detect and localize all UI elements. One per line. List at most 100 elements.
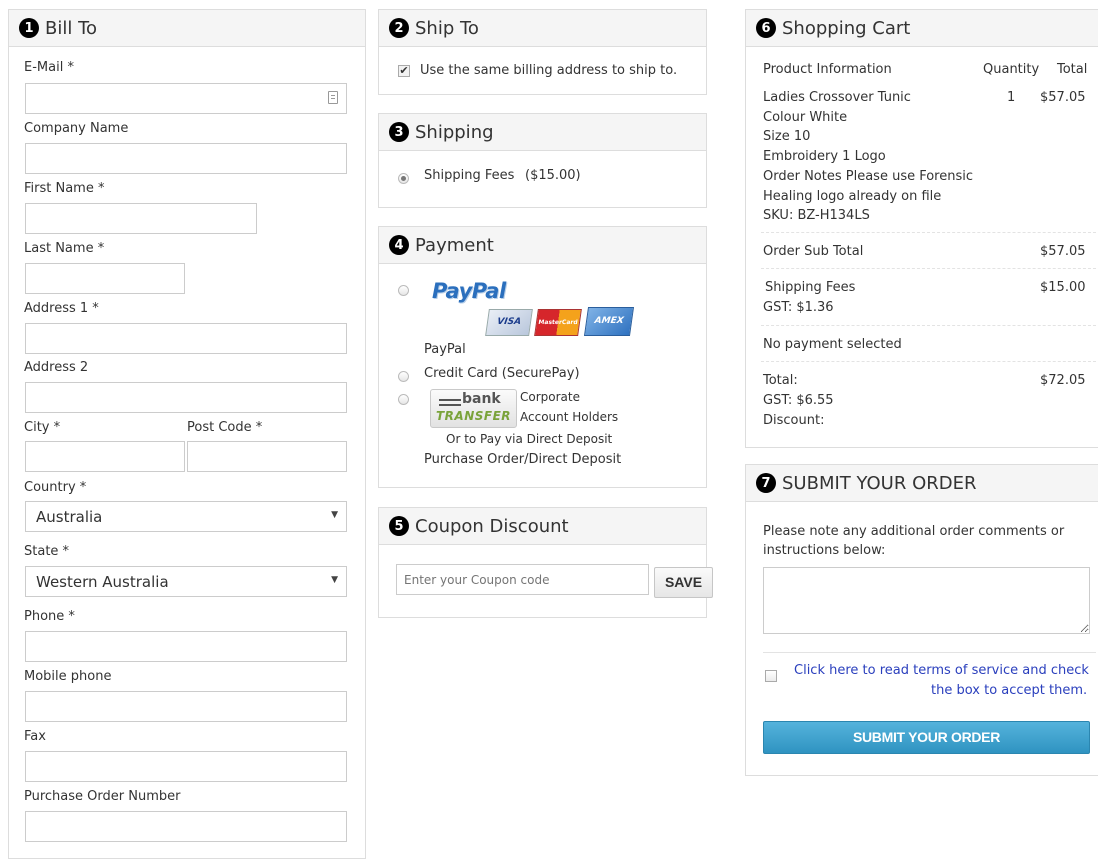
bank-note-line3: Or to Pay via Direct Deposit	[446, 432, 613, 446]
first-name-label: First Name *	[24, 181, 105, 196]
cart-item-detail: Size 10	[763, 129, 811, 144]
purchase-order-field[interactable]	[25, 811, 347, 842]
cart-column-total: Total	[1057, 62, 1088, 77]
submit-order-panel: 7 SUBMIT YOUR ORDER Please note any addi…	[745, 464, 1098, 776]
coupon-save-button[interactable]: SAVE	[654, 567, 713, 598]
email-field[interactable]	[25, 83, 347, 114]
coupon-header: 5 Coupon Discount	[379, 508, 706, 545]
ship-to-panel: 2 Ship To ✔ Use the same billing address…	[378, 9, 707, 95]
bank-note-line2: Account Holders	[520, 410, 619, 424]
cart-shipping-gst: GST: $1.36	[763, 300, 834, 315]
chevron-down-icon: ▼	[331, 575, 338, 585]
gst-total: GST: $6.55	[763, 393, 834, 408]
credit-card-label: Credit Card (SecurePay)	[424, 366, 580, 381]
address1-field[interactable]	[25, 323, 347, 354]
total-label: Total:	[763, 373, 798, 388]
shipping-header: 3 Shipping	[379, 114, 706, 151]
cart-item-detail: Embroidery 1 Logo	[763, 149, 886, 164]
last-name-field[interactable]	[25, 263, 185, 294]
order-comments-note: Please note any additional order comment…	[763, 524, 1065, 558]
bank-note-line1: Corporate	[520, 390, 580, 404]
paypal-radio[interactable]	[398, 285, 409, 296]
amex-card-icon: AMEX	[583, 307, 635, 336]
bank-transfer-logo: bank TRANSFER	[430, 389, 517, 428]
cart-item-name: Ladies Crossover Tunic	[763, 90, 911, 105]
last-name-label: Last Name *	[24, 241, 105, 256]
fax-field[interactable]	[25, 751, 347, 782]
step-number-6: 6	[756, 18, 776, 38]
ship-to-header: 2 Ship To	[379, 10, 706, 47]
country-label: Country *	[24, 480, 87, 495]
bill-to-header: 1 Bill To	[9, 10, 365, 47]
cart-title: Shopping Cart	[782, 17, 911, 39]
bill-to-title: Bill To	[45, 17, 98, 39]
total-value: $72.05	[1040, 373, 1086, 388]
step-number-5: 5	[389, 516, 409, 536]
same-address-checkbox[interactable]: ✔	[398, 65, 410, 77]
state-value: Western Australia	[36, 572, 169, 591]
terms-link-line2[interactable]: the box to accept them.	[931, 683, 1087, 698]
subtotal-label: Order Sub Total	[763, 244, 864, 259]
divider	[761, 361, 1096, 362]
state-label: State *	[24, 544, 70, 559]
step-number-1: 1	[19, 18, 39, 38]
state-select[interactable]: Western Australia ▼	[25, 566, 347, 597]
shipping-panel: 3 Shipping Shipping Fees ($15.00)	[378, 113, 707, 208]
paypal-logo: PayPal	[432, 279, 506, 303]
terms-checkbox[interactable]	[765, 670, 777, 682]
payment-status: No payment selected	[763, 337, 902, 352]
company-name-label: Company Name	[24, 121, 129, 136]
city-field[interactable]	[25, 441, 185, 472]
cart-item-detail: Healing logo already on file	[763, 189, 942, 204]
cart-item-total: $57.05	[1040, 90, 1086, 105]
country-value: Australia	[36, 507, 103, 526]
shipping-fees-radio[interactable]	[398, 173, 409, 184]
phone-field[interactable]	[25, 631, 347, 662]
divider	[761, 325, 1096, 326]
divider	[761, 268, 1096, 269]
same-address-label: Use the same billing address to ship to.	[420, 63, 678, 78]
submit-order-title: SUBMIT YOUR ORDER	[782, 472, 977, 494]
shipping-title: Shipping	[415, 121, 494, 143]
bank-logo-top-text: bank	[462, 391, 501, 407]
paypal-label: PayPal	[424, 342, 466, 357]
contact-card-icon	[328, 91, 338, 104]
first-name-field[interactable]	[25, 203, 257, 234]
cart-item-detail: Order Notes Please use Forensic	[763, 169, 974, 184]
cart-item-quantity: 1	[1007, 90, 1016, 105]
credit-card-radio[interactable]	[398, 371, 409, 382]
purchase-order-label: Purchase Order Number	[24, 789, 181, 804]
shipping-option-label: Shipping Fees	[424, 168, 515, 183]
step-number-3: 3	[389, 122, 409, 142]
postcode-field[interactable]	[187, 441, 347, 472]
subtotal-value: $57.05	[1040, 244, 1086, 259]
terms-link-line1[interactable]: Click here to read terms of service and …	[794, 663, 1089, 678]
order-comments-textarea[interactable]	[763, 567, 1090, 634]
chevron-down-icon: ▼	[331, 510, 338, 520]
submit-order-button[interactable]: SUBMIT YOUR ORDER	[763, 721, 1090, 754]
mobile-phone-field[interactable]	[25, 691, 347, 722]
step-number-2: 2	[389, 18, 409, 38]
company-name-field[interactable]	[25, 143, 347, 174]
country-select[interactable]: Australia ▼	[25, 501, 347, 532]
shopping-cart-panel: 6 Shopping Cart Product Information Quan…	[745, 9, 1098, 448]
address2-label: Address 2	[24, 360, 89, 375]
bill-to-panel: 1 Bill To E-Mail * Company Name First Na…	[8, 9, 366, 859]
address2-field[interactable]	[25, 382, 347, 413]
step-number-4: 4	[389, 235, 409, 255]
cart-item-sku: SKU: BZ-H134LS	[763, 208, 870, 223]
email-label: E-Mail *	[24, 60, 74, 75]
mastercard-icon: MasterCard	[534, 309, 582, 336]
divider	[763, 652, 1096, 653]
purchase-order-deposit-label: Purchase Order/Direct Deposit	[424, 452, 622, 467]
bank-transfer-radio[interactable]	[398, 394, 409, 405]
payment-header: 4 Payment	[379, 227, 706, 264]
coupon-title: Coupon Discount	[415, 515, 569, 537]
payment-panel: 4 Payment PayPal VISA MasterCard AMEX Pa…	[378, 226, 707, 488]
coupon-code-input[interactable]	[396, 564, 649, 595]
address1-label: Address 1 *	[24, 301, 99, 316]
cart-shipping-label: Shipping Fees	[765, 280, 856, 295]
ship-to-title: Ship To	[415, 17, 479, 39]
postcode-label: Post Code *	[187, 420, 263, 435]
fax-label: Fax	[24, 729, 46, 744]
